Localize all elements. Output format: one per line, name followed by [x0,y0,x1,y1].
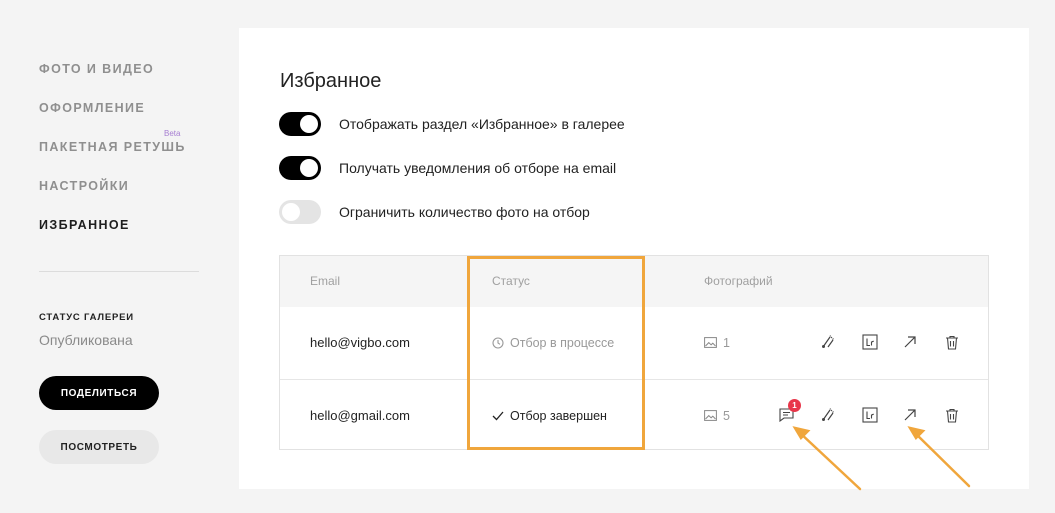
annotation-arrows [792,426,971,491]
